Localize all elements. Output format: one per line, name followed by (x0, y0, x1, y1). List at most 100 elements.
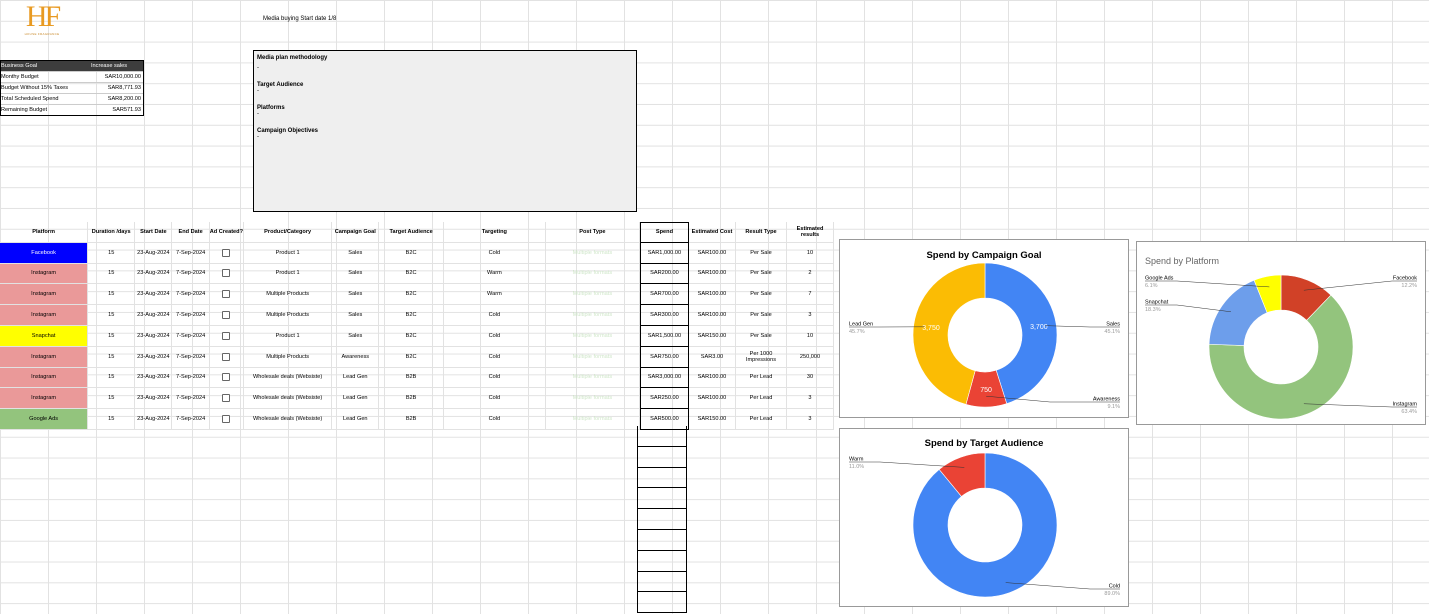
cell-duration[interactable]: 15 (88, 242, 136, 264)
header-end-date[interactable]: End Date (172, 222, 210, 243)
cell-spend[interactable]: SAR200.00 (639, 263, 689, 285)
header-campaign-goal[interactable]: Campaign Goal (332, 222, 380, 243)
cell-duration[interactable]: 15 (88, 409, 136, 430)
cell-post-type[interactable]: Multiple formats (545, 367, 640, 389)
summary-row[interactable]: Business Goal Increase sales (1, 61, 143, 72)
cell-duration[interactable]: 15 (88, 388, 136, 410)
cell-start-date[interactable]: 23-Aug-2024 (135, 325, 173, 347)
cell-target-audience[interactable]: B2B (379, 409, 444, 430)
chart-spend-by-platform[interactable]: Spend by Platform Facebook 12.2% Instagram 6… (1136, 241, 1426, 425)
cell-platform[interactable]: Instagram (0, 346, 89, 368)
cell-targeting[interactable]: Cold (443, 367, 546, 389)
cell-targeting[interactable]: Cold (443, 388, 546, 410)
cell-estimated-cost[interactable]: SAR100.00 (688, 305, 736, 326)
cell-targeting[interactable]: Warm (443, 263, 546, 285)
cell-spend[interactable]: SAR1,500.00 (639, 325, 689, 347)
cell-ad-created[interactable] (209, 325, 245, 347)
ad-created-checkbox[interactable] (222, 352, 231, 361)
chart-spend-by-campaign-goal[interactable]: Spend by Campaign Goal 3,700 Sales 45.1% 750… (839, 239, 1129, 418)
cell-result-type[interactable]: Per 1000 Impressions (736, 346, 787, 368)
cell-ad-created[interactable] (209, 388, 245, 410)
cell-start-date[interactable]: 23-Aug-2024 (135, 284, 173, 306)
cell-target-audience[interactable]: B2C (379, 284, 444, 306)
cell-estimated-cost[interactable]: SAR100.00 (688, 388, 736, 410)
ad-created-checkbox[interactable] (222, 311, 231, 320)
cell-estimated-results[interactable]: 2 (786, 263, 835, 285)
cell-spend[interactable]: SAR700.00 (639, 284, 689, 306)
cell-ad-created[interactable] (209, 242, 245, 264)
cell-campaign-goal[interactable]: Sales (332, 242, 380, 264)
cell-end-date[interactable]: 7-Sep-2024 (172, 388, 210, 410)
cell-campaign-goal[interactable]: Lead Gen (332, 388, 380, 410)
summary-row[interactable]: Monthy Budget SAR10,000.00 (1, 72, 143, 83)
cell-start-date[interactable]: 23-Aug-2024 (135, 263, 173, 285)
cell-result-type[interactable]: Per Sale (736, 325, 787, 347)
header-estimated-results[interactable]: Estimated results (786, 222, 835, 243)
summary-row[interactable]: Budget Without 15% Taxes SAR8,771.93 (1, 83, 143, 94)
cell-estimated-cost[interactable]: SAR100.00 (688, 284, 736, 306)
spend-empty-cell[interactable] (637, 550, 687, 572)
cell-result-type[interactable]: Per Sale (736, 305, 787, 326)
cell-campaign-goal[interactable]: Sales (332, 263, 380, 285)
spend-empty-cell[interactable] (637, 592, 687, 614)
spend-empty-cell[interactable] (637, 426, 687, 447)
cell-target-audience[interactable]: B2C (379, 325, 444, 347)
header-start-date[interactable]: Start Date (135, 222, 173, 243)
cell-estimated-results[interactable]: 3 (786, 409, 835, 430)
cell-post-type[interactable]: Multiple formats (545, 284, 640, 306)
header-platform[interactable]: Platform (0, 222, 89, 243)
cell-estimated-results[interactable]: 30 (786, 367, 835, 389)
cell-end-date[interactable]: 7-Sep-2024 (172, 325, 210, 347)
spend-empty-cell[interactable] (637, 509, 687, 530)
cell-campaign-goal[interactable]: Lead Gen (332, 367, 380, 389)
cell-duration[interactable]: 15 (88, 305, 136, 326)
cell-start-date[interactable]: 23-Aug-2024 (135, 409, 173, 430)
ad-created-checkbox[interactable] (222, 415, 231, 424)
cell-targeting[interactable]: Cold (443, 409, 546, 430)
cell-product[interactable]: Multiple Products (244, 305, 333, 326)
cell-result-type[interactable]: Per Lead (736, 388, 787, 410)
cell-product[interactable]: Wholesale deals (Websiste) (244, 388, 333, 410)
cell-spend[interactable]: SAR1,000.00 (639, 242, 689, 264)
cell-targeting[interactable]: Cold (443, 305, 546, 326)
cell-end-date[interactable]: 7-Sep-2024 (172, 284, 210, 306)
cell-duration[interactable]: 15 (88, 367, 136, 389)
summary-row[interactable]: Total Scheduled Spend SAR8,200.00 (1, 94, 143, 105)
cell-campaign-goal[interactable]: Awareness (332, 346, 380, 368)
cell-campaign-goal[interactable]: Lead Gen (332, 409, 380, 430)
cell-estimated-results[interactable]: 250,000 (786, 346, 835, 368)
ad-created-checkbox[interactable] (222, 290, 231, 299)
cell-start-date[interactable]: 23-Aug-2024 (135, 367, 173, 389)
header-targeting[interactable]: Targeting (443, 222, 546, 243)
cell-targeting[interactable]: Cold (443, 242, 546, 264)
summary-row[interactable]: Remaining Budget SAR571.93 (1, 105, 143, 115)
header-estimated-cost[interactable]: Estimated Cost (688, 222, 736, 243)
cell-estimated-cost[interactable]: SAR3.00 (688, 346, 736, 368)
cell-end-date[interactable]: 7-Sep-2024 (172, 263, 210, 285)
cell-duration[interactable]: 15 (88, 325, 136, 347)
cell-product[interactable]: Wholesale deals (Websiste) (244, 367, 333, 389)
cell-product[interactable]: Multiple Products (244, 346, 333, 368)
cell-target-audience[interactable]: B2C (379, 242, 444, 264)
cell-estimated-results[interactable]: 3 (786, 305, 835, 326)
ad-created-checkbox[interactable] (222, 394, 231, 403)
cell-end-date[interactable]: 7-Sep-2024 (172, 346, 210, 368)
cell-campaign-goal[interactable]: Sales (332, 325, 380, 347)
cell-target-audience[interactable]: B2C (379, 305, 444, 326)
cell-result-type[interactable]: Per Sale (736, 242, 787, 264)
ad-created-checkbox[interactable] (222, 269, 231, 278)
cell-product[interactable]: Wholesale deals (Websiste) (244, 409, 333, 430)
cell-estimated-results[interactable]: 10 (786, 325, 835, 347)
cell-result-type[interactable]: Per Lead (736, 409, 787, 430)
cell-spend[interactable]: SAR300.00 (639, 305, 689, 326)
spend-empty-cell[interactable] (637, 529, 687, 551)
cell-post-type[interactable]: Multiple formats (545, 305, 640, 326)
cell-estimated-cost[interactable]: SAR100.00 (688, 263, 736, 285)
cell-estimated-cost[interactable]: SAR150.00 (688, 325, 736, 347)
cell-product[interactable]: Product 1 (244, 263, 333, 285)
cell-product[interactable]: Multiple Products (244, 284, 333, 306)
cell-end-date[interactable]: 7-Sep-2024 (172, 367, 210, 389)
cell-post-type[interactable]: Multiple formats (545, 325, 640, 347)
spend-empty-cell[interactable] (637, 467, 687, 489)
cell-estimated-cost[interactable]: SAR100.00 (688, 242, 736, 264)
